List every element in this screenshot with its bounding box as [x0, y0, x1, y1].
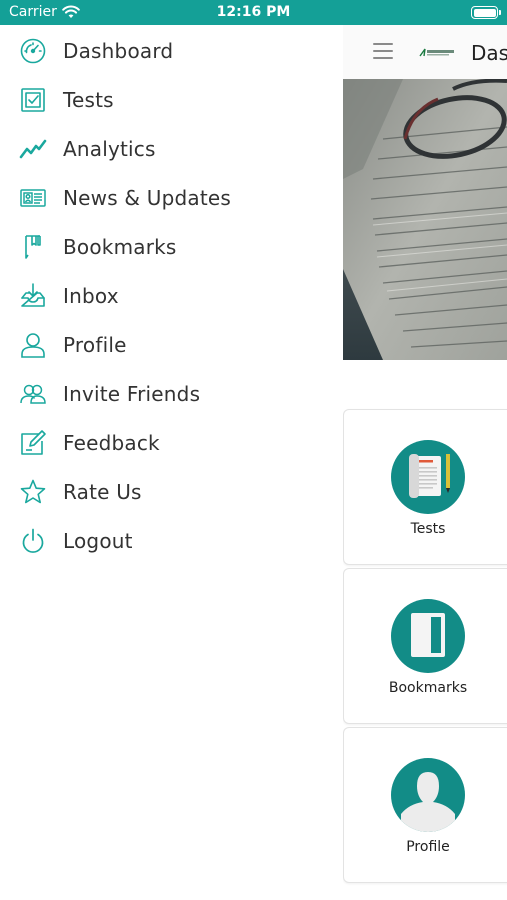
- users-icon: [19, 380, 47, 408]
- clock: 12:16 PM: [216, 4, 291, 20]
- status-bar: Carrier 12:16 PM: [0, 0, 507, 25]
- drawer-item-feedback[interactable]: Feedback: [0, 418, 343, 467]
- notebook-icon: [391, 599, 465, 673]
- drawer-item-label: Analytics: [63, 136, 156, 161]
- page-title: Das: [471, 41, 507, 65]
- power-icon: [19, 527, 47, 555]
- dashboard-card-tests[interactable]: Tests: [343, 409, 507, 565]
- star-icon: [19, 478, 47, 506]
- drawer-item-label: Profile: [63, 332, 127, 357]
- drawer-item-label: Inbox: [63, 283, 119, 308]
- card-label: Profile: [406, 839, 450, 855]
- trend-line-icon: [19, 135, 47, 163]
- main-content: Das Tests Bookmarks Profile: [343, 25, 507, 900]
- hamburger-menu-icon[interactable]: [373, 43, 393, 59]
- bookmark-icon: [19, 233, 47, 261]
- drawer-item-label: Tests: [63, 87, 114, 112]
- drawer-item-invite-friends[interactable]: Invite Friends: [0, 369, 343, 418]
- drawer-item-label: Feedback: [63, 430, 160, 455]
- test-paper-icon: [391, 440, 465, 514]
- drawer-item-inbox[interactable]: Inbox: [0, 271, 343, 320]
- drawer-item-label: Rate Us: [63, 479, 142, 504]
- drawer-item-tests[interactable]: Tests: [0, 75, 343, 124]
- card-label: Bookmarks: [388, 680, 468, 696]
- user-icon: [19, 331, 47, 359]
- id-card-icon: [19, 184, 47, 212]
- test-sheet-icon: [19, 86, 47, 114]
- top-bar: Das: [343, 25, 507, 79]
- drawer-item-profile[interactable]: Profile: [0, 320, 343, 369]
- drawer-item-logout[interactable]: Logout: [0, 516, 343, 565]
- dashboard-card-profile[interactable]: Profile: [343, 727, 507, 883]
- drawer-item-label: News & Updates: [63, 185, 232, 210]
- edit-icon: [19, 429, 47, 457]
- app-logo: [419, 48, 454, 57]
- drawer-item-label: Dashboard: [63, 38, 174, 63]
- side-drawer: Dashboard Tests Analytics News & Updates…: [0, 25, 343, 900]
- drawer-item-analytics[interactable]: Analytics: [0, 124, 343, 173]
- battery-icon: [471, 6, 501, 19]
- drawer-item-news-updates[interactable]: News & Updates: [0, 173, 343, 222]
- drawer-item-label: Bookmarks: [63, 234, 177, 259]
- dashboard-card-bookmarks[interactable]: Bookmarks: [343, 568, 507, 724]
- drawer-item-dashboard[interactable]: Dashboard: [0, 26, 343, 75]
- drawer-item-rate-us[interactable]: Rate Us: [0, 467, 343, 516]
- card-label: Tests: [410, 521, 446, 537]
- speedometer-icon: [19, 37, 47, 65]
- drawer-item-label: Invite Friends: [63, 381, 201, 406]
- inbox-icon: [19, 282, 47, 310]
- drawer-item-bookmarks[interactable]: Bookmarks: [0, 222, 343, 271]
- hero-banner-image: [343, 79, 507, 360]
- drawer-item-label: Logout: [63, 528, 133, 553]
- person-silhouette-icon: [391, 758, 465, 832]
